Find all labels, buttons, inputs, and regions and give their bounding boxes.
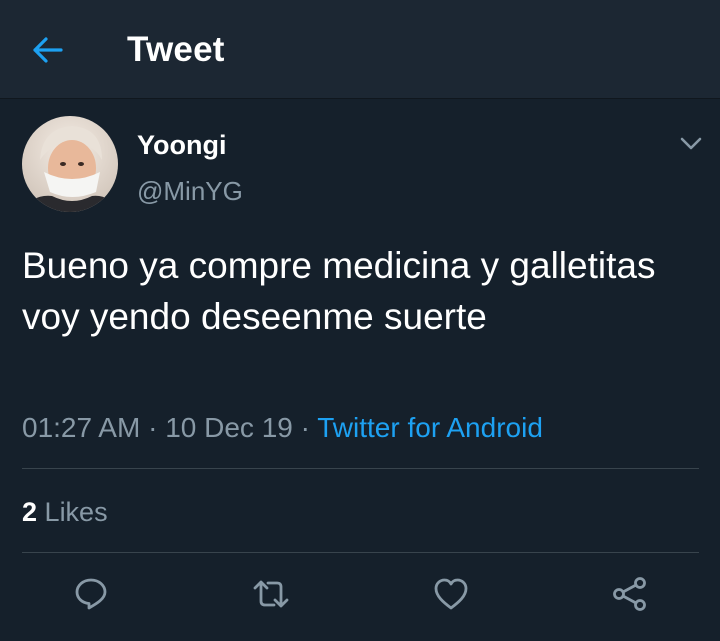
reply-icon: [73, 576, 109, 612]
meta-separator: ·: [148, 412, 166, 443]
arrow-left-icon: [33, 37, 63, 63]
tweet-metadata: 01:27 AM · 10 Dec 19 · Twitter for Andro…: [22, 410, 543, 446]
tweet-source-link[interactable]: Twitter for Android: [317, 412, 543, 443]
more-options-button[interactable]: [674, 130, 708, 158]
tweet-date: 10 Dec 19: [165, 412, 293, 443]
heart-icon: [433, 577, 469, 611]
tweet-text: Bueno ya compre medicina y galletitas vo…: [22, 245, 656, 337]
share-icon: [611, 576, 649, 612]
like-button[interactable]: [429, 572, 473, 616]
share-button[interactable]: [608, 572, 652, 616]
retweet-button[interactable]: [249, 572, 293, 616]
meta-separator: ·: [300, 412, 318, 443]
top-app-bar: Tweet: [0, 0, 720, 99]
back-button[interactable]: [26, 30, 70, 70]
divider: [22, 552, 699, 553]
avatar[interactable]: [22, 116, 118, 212]
user-handle[interactable]: @MinYG: [137, 174, 243, 208]
likes-stat[interactable]: 2 Likes: [22, 494, 108, 530]
divider: [22, 468, 699, 469]
reply-button[interactable]: [69, 572, 113, 616]
page-title: Tweet: [127, 30, 225, 69]
tweet-detail-screen: Tweet Yoongi @MinYG Bueno ya compre medi…: [0, 0, 720, 641]
display-name[interactable]: Yoongi: [137, 128, 226, 162]
likes-label: Likes: [44, 497, 108, 527]
retweet-icon: [252, 577, 290, 611]
tweet-time: 01:27 AM: [22, 412, 141, 443]
chevron-down-icon: [680, 137, 702, 151]
likes-count: 2: [22, 497, 38, 527]
